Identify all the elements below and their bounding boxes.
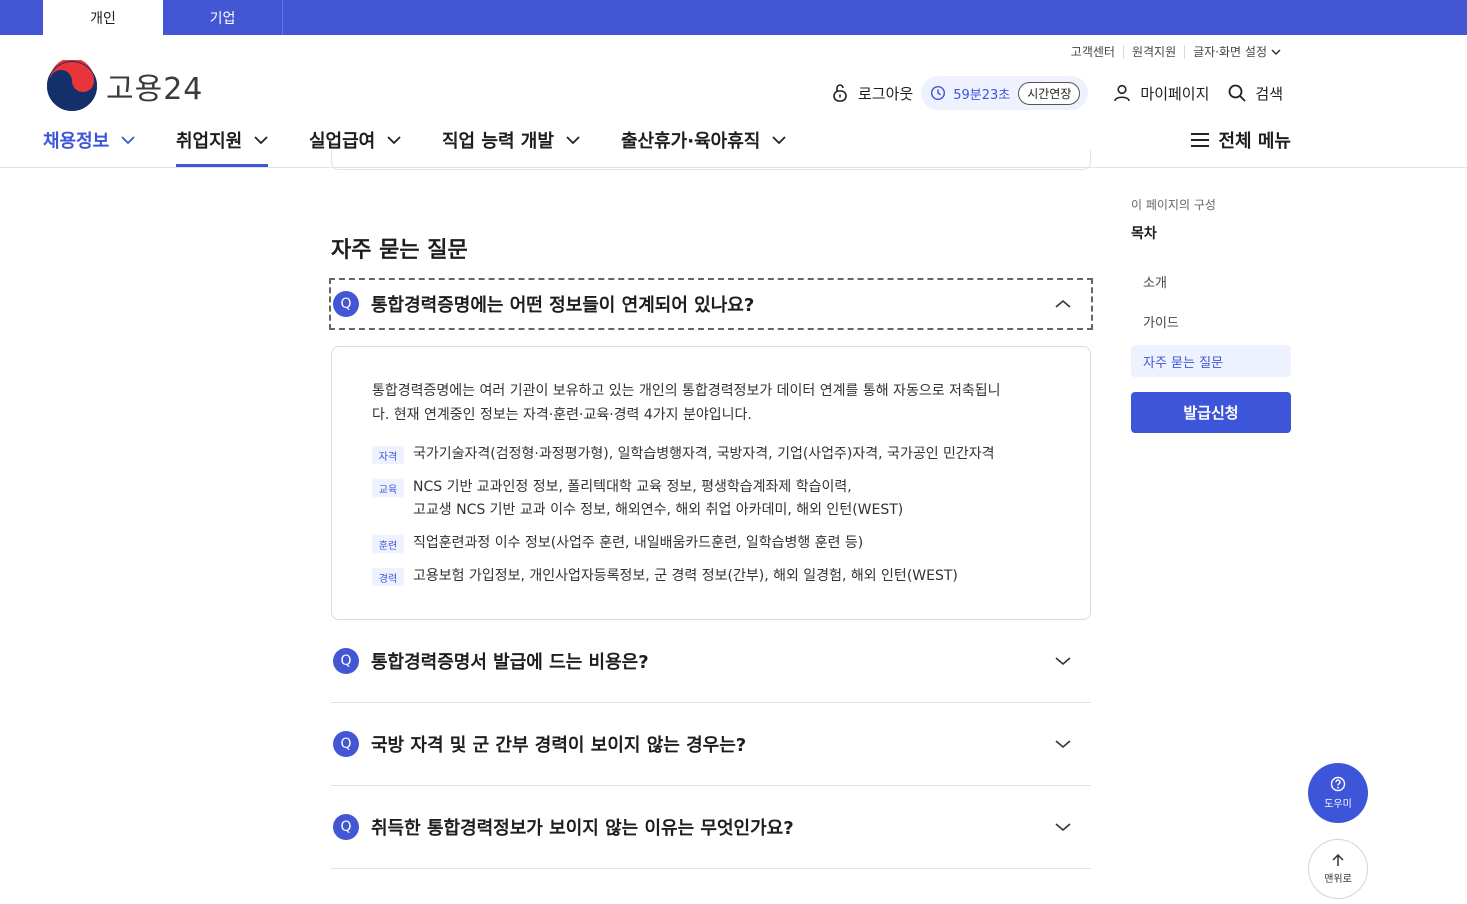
previous-section-card — [331, 150, 1091, 170]
chevron-down-icon — [121, 136, 135, 145]
question-badge: Q — [333, 731, 359, 757]
taegeuk-logo-icon — [47, 60, 97, 111]
faq-question-3[interactable]: Q 국방 자격 및 군 간부 경력이 보이지 않는 경우는? — [331, 718, 1091, 770]
logo-text: 고용24 — [106, 72, 204, 107]
timer-value: 59분23초 — [953, 87, 1011, 103]
site-logo[interactable]: 고용24 — [46, 60, 203, 112]
mypage-button[interactable]: 마이페이지 — [1112, 83, 1209, 104]
faq-question-4[interactable]: Q 취득한 통합경력정보가 보이지 않는 이유는 무엇인가요? — [331, 801, 1091, 853]
logout-label: 로그아웃 — [858, 84, 914, 103]
answer-row-text: 고용보험 가입정보, 개인사업자등록정보, 군 경력 정보(간부), 해외 일경… — [413, 568, 958, 584]
search-label: 검색 — [1255, 84, 1284, 103]
faq-divider — [331, 785, 1091, 786]
question-text: 통합경력증명서 발급에 드는 비용은? — [371, 652, 649, 673]
toc-item-guide[interactable]: 가이드 — [1131, 305, 1291, 337]
answer-row-text: 국가기술자격(검정형·과정평가형), 일학습병행자격, 국방자격, 기업(사업주… — [413, 446, 995, 462]
category-tag: 교육 — [372, 479, 404, 497]
nav-item-jobs[interactable]: 채용정보 — [43, 127, 135, 167]
all-menu-button[interactable]: 전체 메뉴 — [1190, 127, 1291, 153]
chevron-down-icon — [1055, 740, 1071, 749]
help-button[interactable]: 도우미 — [1308, 763, 1368, 823]
scroll-top-button[interactable]: 맨위로 — [1308, 839, 1368, 899]
answer-row-text: NCS 기반 교과인정 정보, 폴리텍대학 교육 정보, 평생학습계좌제 학습이… — [413, 476, 903, 522]
extend-session-button[interactable]: 시간연장 — [1018, 81, 1081, 105]
chevron-down-icon — [566, 136, 580, 145]
faq-question-1[interactable]: Q 통합경력증명에는 어떤 정보들이 연계되어 있나요? — [329, 278, 1093, 330]
question-circle-icon — [1330, 776, 1346, 792]
page-toc: 이 페이지의 구성 목차 소개 가이드 자주 묻는 질문 — [1131, 196, 1291, 385]
question-badge: Q — [333, 648, 359, 674]
question-text: 국방 자격 및 군 간부 경력이 보이지 않는 경우는? — [371, 735, 747, 756]
answer-row-line1: NCS 기반 교과인정 정보, 폴리텍대학 교육 정보, 평생학습계좌제 학습이… — [413, 479, 852, 495]
answer-row-line2: 고교생 NCS 기반 교과 이수 정보, 해외연수, 해외 취업 아카데미, 해… — [413, 502, 904, 518]
help-label: 도우미 — [1324, 799, 1352, 810]
question-text: 통합경력증명에는 어떤 정보들이 연계되어 있나요? — [371, 295, 755, 316]
chevron-down-icon — [772, 136, 786, 145]
display-settings-button[interactable]: 글자·화면 설정 — [1184, 45, 1289, 59]
answer-list: 자격 국가기술자격(검정형·과정평가형), 일학습병행자격, 국방자격, 기업(… — [372, 443, 1050, 588]
session-timer: 59분23초 시간연장 — [921, 76, 1089, 110]
toc-title: 목차 — [1131, 226, 1157, 242]
remote-support-link[interactable]: 원격지원 — [1122, 45, 1184, 59]
nav-item-label: 취업지원 — [176, 131, 243, 152]
answer-row-education: 교육 NCS 기반 교과인정 정보, 폴리텍대학 교육 정보, 평생학습계좌제 … — [372, 476, 1050, 522]
faq-divider — [331, 702, 1091, 703]
tab-personal[interactable]: 개인 — [43, 0, 163, 35]
faq-answer-1: 통합경력증명에는 여러 기관이 보유하고 있는 개인의 통합경력정보가 데이터 … — [331, 346, 1091, 620]
all-menu-label: 전체 메뉴 — [1218, 131, 1291, 152]
chevron-down-icon — [1055, 657, 1071, 666]
faq-title: 자주 묻는 질문 — [331, 238, 468, 263]
chevron-down-icon — [1055, 823, 1071, 832]
clock-icon — [931, 85, 946, 101]
chevron-up-icon — [1055, 299, 1071, 308]
chevron-down-icon — [1271, 49, 1281, 56]
answer-row-training: 훈련 직업훈련과정 이수 정보(사업주 훈련, 내일배움카드훈련, 일학습병행 … — [372, 532, 1050, 555]
question-text: 취득한 통합경력정보가 보이지 않는 이유는 무엇인가요? — [371, 818, 794, 839]
top-bar: 개인 기업 — [0, 0, 1467, 35]
toc-list: 소개 가이드 자주 묻는 질문 — [1131, 265, 1291, 377]
display-settings-label: 글자·화면 설정 — [1193, 45, 1267, 59]
toc-caption: 이 페이지의 구성 — [1131, 198, 1216, 212]
question-badge: Q — [333, 814, 359, 840]
search-button[interactable]: 검색 — [1227, 83, 1283, 104]
faq-divider — [331, 868, 1091, 869]
arrow-up-icon — [1332, 853, 1344, 866]
category-tag: 훈련 — [372, 535, 404, 553]
mypage-label: 마이페이지 — [1140, 84, 1210, 103]
answer-row-qualification: 자격 국가기술자격(검정형·과정평가형), 일학습병행자격, 국방자격, 기업(… — [372, 443, 1050, 466]
faq-question-2[interactable]: Q 통합경력증명서 발급에 드는 비용은? — [331, 635, 1091, 687]
category-tag: 경력 — [372, 568, 404, 586]
user-icon — [1114, 84, 1131, 102]
chevron-down-icon — [254, 136, 268, 145]
toc-item-intro[interactable]: 소개 — [1131, 265, 1291, 297]
header-actions: 로그아웃 59분23초 시간연장 마이페이지 검색 — [830, 76, 1283, 110]
answer-row-career: 경력 고용보험 가입정보, 개인사업자등록정보, 군 경력 정보(간부), 해외… — [372, 565, 1050, 588]
chevron-down-icon — [387, 136, 401, 145]
apply-button[interactable]: 발급신청 — [1131, 392, 1291, 433]
answer-intro-line1: 통합경력증명에는 여러 기관이 보유하고 있는 개인의 통합경력정보가 데이터 … — [372, 383, 1001, 399]
utility-links: 고객센터 원격지원 글자·화면 설정 — [1063, 45, 1289, 59]
hamburger-icon — [1191, 133, 1210, 147]
search-icon — [1229, 84, 1247, 102]
answer-intro-line2: 다. 현재 연계중인 정보는 자격·훈련·교육·경력 4가지 분야입니다. — [372, 407, 752, 423]
toc-item-faq[interactable]: 자주 묻는 질문 — [1131, 345, 1291, 377]
tab-corporate[interactable]: 기업 — [163, 0, 283, 35]
answer-intro: 통합경력증명에는 여러 기관이 보유하고 있는 개인의 통합경력정보가 데이터 … — [372, 379, 1050, 427]
customer-center-link[interactable]: 고객센터 — [1063, 45, 1123, 59]
category-tag: 자격 — [372, 446, 404, 464]
lock-open-icon — [833, 84, 847, 102]
logout-button[interactable]: 로그아웃 — [830, 83, 913, 104]
answer-row-text: 직업훈련과정 이수 정보(사업주 훈련, 내일배움카드훈련, 일학습병행 훈련 … — [413, 535, 864, 551]
question-badge: Q — [333, 291, 359, 317]
scroll-top-label: 맨위로 — [1324, 874, 1352, 885]
nav-item-label: 채용정보 — [43, 131, 110, 152]
nav-item-employment-support[interactable]: 취업지원 — [176, 127, 269, 167]
